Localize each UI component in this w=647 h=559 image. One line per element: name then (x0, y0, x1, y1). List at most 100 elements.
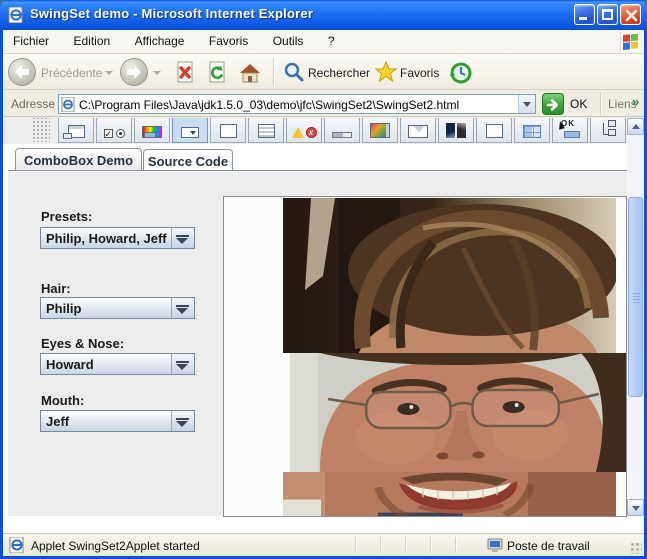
split-pane-icon (408, 125, 428, 138)
mouth-combobox[interactable]: Jeff (40, 410, 195, 432)
home-button[interactable] (238, 61, 262, 90)
eyes-nose-label: Eyes & Nose: (41, 336, 124, 351)
tree-button[interactable] (590, 118, 626, 143)
resize-grip[interactable] (629, 541, 642, 554)
search-button[interactable] (283, 61, 305, 88)
go-label[interactable]: OK (570, 97, 587, 111)
table-button[interactable] (514, 118, 550, 143)
favorites-button[interactable] (375, 61, 397, 88)
vertical-scrollbar[interactable] (627, 118, 644, 516)
file-chooser-icon (220, 124, 237, 138)
internet-explorer-icon (8, 7, 24, 23)
presets-label: Presets: (41, 209, 92, 224)
combo-arrow-icon[interactable] (171, 228, 194, 248)
applet-status-icon (9, 537, 25, 558)
scroll-up-button[interactable] (627, 118, 644, 135)
tabbed-pane-icon (446, 123, 466, 138)
menu-edition[interactable]: Edition (63, 30, 120, 54)
stop-button[interactable] (174, 61, 198, 90)
hair-combobox[interactable]: Philip (40, 297, 195, 319)
windows-logo-icon (620, 32, 640, 52)
menubar: Fichier Edition Affichage Favoris Outils… (3, 30, 644, 54)
list-button[interactable] (248, 118, 284, 143)
radio-icon (116, 129, 125, 138)
combobox-demo-panel: Presets: Philip, Howard, Jeff Hair: Phil… (8, 170, 627, 516)
back-label[interactable]: Précédente (41, 66, 102, 80)
tool-tip-button[interactable]: OK (552, 118, 588, 143)
internal-frame-button[interactable] (58, 118, 94, 143)
titlebar[interactable]: SwingSet demo - Microsoft Internet Explo… (0, 0, 647, 30)
go-arrow-icon (546, 97, 562, 113)
back-dropdown-icon[interactable] (105, 71, 113, 75)
presets-value: Philip, Howard, Jeff (41, 228, 171, 248)
menu-aide[interactable]: ? (318, 30, 345, 54)
eyes-nose-combobox[interactable]: Howard (40, 353, 195, 375)
menu-favoris[interactable]: Favoris (199, 30, 258, 54)
forward-button[interactable] (120, 58, 148, 86)
favorites-label[interactable]: Favoris (400, 66, 439, 80)
back-button[interactable] (8, 58, 36, 86)
forward-icon (125, 64, 143, 80)
address-separator (600, 93, 601, 115)
forward-dropdown-icon[interactable] (153, 71, 161, 75)
button-demo-button[interactable]: ✓ (96, 118, 132, 143)
combobox-button[interactable] (172, 118, 208, 143)
scroll-pane-button[interactable] (362, 118, 398, 143)
stop-icon (174, 61, 198, 85)
history-icon (449, 61, 473, 85)
home-icon (238, 61, 262, 85)
hair-value: Philip (41, 298, 171, 318)
close-button[interactable] (620, 4, 641, 25)
window-title: SwingSet demo - Microsoft Internet Explo… (30, 6, 313, 21)
tree-icon (599, 122, 617, 138)
mouth-value: Jeff (41, 411, 171, 431)
search-icon (283, 61, 305, 83)
address-box[interactable] (58, 94, 536, 114)
close-icon (624, 8, 639, 23)
menu-affichage[interactable]: Affichage (125, 30, 195, 54)
minimize-icon (579, 17, 587, 20)
menu-fichier[interactable]: Fichier (3, 30, 59, 54)
tool-tip-icon: OK (558, 120, 582, 138)
tabbed-pane-button[interactable] (438, 118, 474, 143)
go-button[interactable] (542, 93, 564, 115)
address-dropdown-button[interactable] (518, 95, 535, 113)
tab-source-code[interactable]: Source Code (143, 149, 233, 170)
scroll-down-button[interactable] (627, 499, 644, 516)
history-button[interactable] (449, 61, 473, 90)
address-label: Adresse (11, 97, 55, 111)
combo-arrow-icon[interactable] (171, 298, 194, 318)
statusbar-separator (455, 537, 456, 553)
combobox-icon (181, 127, 199, 138)
scroll-pane-icon (370, 123, 390, 138)
color-chooser-button[interactable] (134, 118, 170, 143)
search-label[interactable]: Rechercher (308, 66, 370, 80)
toolbar-separator (273, 58, 274, 86)
menu-outils[interactable]: Outils (263, 30, 314, 54)
address-bar: Adresse OK Liens » (3, 91, 644, 117)
refresh-button[interactable] (206, 61, 230, 90)
address-input[interactable] (79, 95, 517, 113)
presets-combobox[interactable]: Philip, Howard, Jeff (40, 227, 195, 249)
eyes-nose-value: Howard (41, 354, 171, 374)
vertical-scrollbar-thumb[interactable] (628, 197, 643, 397)
links-chevron[interactable]: » (632, 94, 639, 109)
statusbar-separator (430, 537, 431, 553)
split-pane-button[interactable] (400, 118, 436, 143)
mouth-image (283, 472, 616, 517)
option-pane-button[interactable]: x (286, 118, 322, 143)
mouth-label: Mouth: (41, 393, 84, 408)
slider-button[interactable] (324, 118, 360, 143)
favorites-star-icon (375, 61, 397, 83)
combo-arrow-icon[interactable] (171, 354, 194, 374)
toolbar-grip[interactable] (32, 118, 50, 142)
text-pane-button[interactable] (476, 118, 512, 143)
combo-arrow-icon[interactable] (171, 411, 194, 431)
maximize-button[interactable] (597, 4, 618, 25)
hair-label: Hair: (41, 281, 71, 296)
file-chooser-button[interactable] (210, 118, 246, 143)
minimize-button[interactable] (574, 4, 595, 25)
page-content: ✓ x OK ComboBox Demo Source Code (3, 118, 644, 535)
back-icon (13, 64, 31, 80)
tab-combobox-demo[interactable]: ComboBox Demo (15, 148, 142, 170)
